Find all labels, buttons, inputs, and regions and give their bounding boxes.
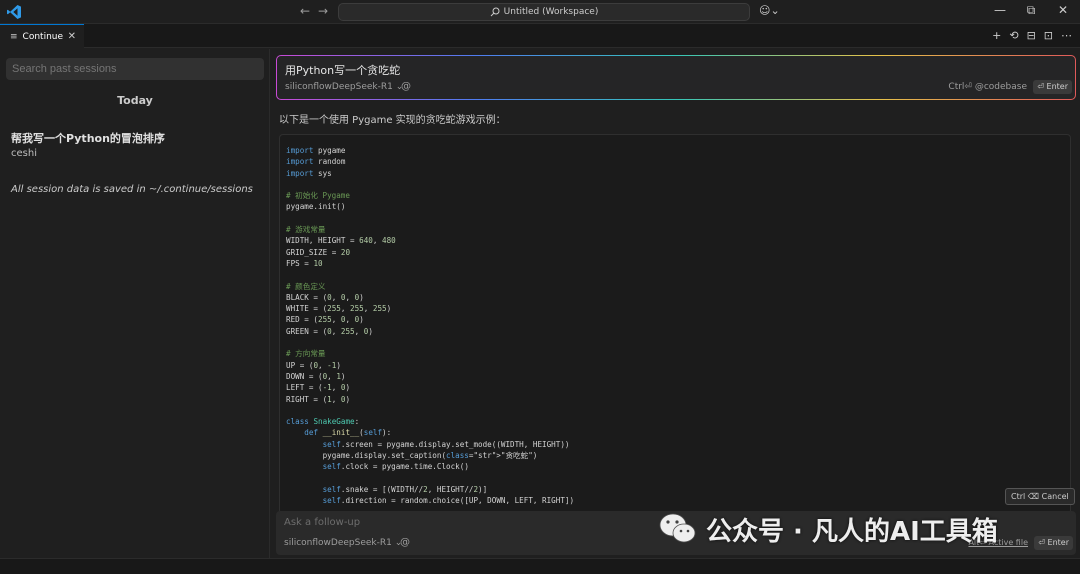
session-subtitle: ceshi (11, 148, 37, 159)
command-center[interactable]: Untitled (Workspace) (338, 3, 750, 21)
chat-area: 用Python写一个贪吃蛇 siliconflowDeepSeek-R1 ⌄ @… (271, 49, 1080, 558)
tab-bar: ≡ Continue ✕ + ⟲ ⊟ ⊡ ⋯ (0, 24, 1080, 48)
lock-icon[interactable]: ⊡ (1044, 29, 1053, 42)
prompt-text[interactable]: 用Python写一个贪吃蛇 (285, 62, 400, 78)
forward-arrow-icon[interactable]: → (318, 4, 328, 18)
code-content: import pygame import random import sys #… (286, 146, 575, 506)
menu-lines-icon: ≡ (10, 31, 18, 42)
watermark: 公众号 · 凡人的AI工具箱 (658, 509, 1058, 549)
group-heading: Today (117, 94, 153, 107)
cancel-button[interactable]: Ctrl ⌫ Cancel (1005, 488, 1075, 505)
followup-model-selector[interactable]: siliconflowDeepSeek-R1 ⌄ (284, 538, 402, 548)
copilot-icon[interactable]: ☺⌄ (759, 4, 780, 17)
prompt-input-box[interactable]: 用Python写一个贪吃蛇 siliconflowDeepSeek-R1 ⌄ @… (276, 55, 1076, 100)
at-mention-button[interactable]: @ (401, 81, 411, 92)
followup-placeholder[interactable]: Ask a follow-up (284, 517, 360, 528)
workspace-title: Untitled (Workspace) (503, 7, 599, 17)
search-icon (490, 7, 500, 17)
sessions-panel: Today 帮我写一个Python的冒泡排序 ceshi All session… (0, 49, 270, 558)
wechat-icon (659, 513, 696, 543)
enter-button[interactable]: ⏎ Enter (1033, 80, 1072, 94)
close-window-button[interactable]: ✕ (1053, 3, 1073, 17)
more-icon[interactable]: ⋯ (1061, 29, 1072, 42)
watermark-text: 公众号 · 凡人的AI工具箱 (706, 516, 998, 547)
session-storage-note: All session data is saved in ~/.continue… (11, 184, 253, 195)
title-bar: ← → Untitled (Workspace) ☺⌄ — ⧉ ✕ (0, 0, 1080, 24)
codebase-hint[interactable]: Ctrl⏎ @codebase (948, 82, 1027, 92)
code-block: import pygame import random import sys #… (279, 134, 1071, 514)
session-title: 帮我写一个Python的冒泡排序 (11, 132, 165, 145)
followup-at-button[interactable]: @ (400, 537, 410, 548)
split-icon[interactable]: ⊟ (1027, 29, 1036, 42)
status-bar (0, 558, 1080, 574)
tab-label: Continue (22, 31, 64, 42)
response-intro: 以下是一个使用 Pygame 实现的贪吃蛇游戏示例： (279, 115, 506, 126)
restore-button[interactable]: ⧉ (1021, 3, 1041, 18)
vscode-logo-icon (7, 5, 21, 19)
history-icon[interactable]: ⟲ (1009, 29, 1018, 42)
back-arrow-icon[interactable]: ← (300, 4, 310, 18)
tab-close-icon[interactable]: ✕ (68, 31, 76, 42)
minimize-button[interactable]: — (990, 3, 1010, 17)
panel-actions: + ⟲ ⊟ ⊡ ⋯ (992, 29, 1072, 42)
new-session-icon[interactable]: + (992, 29, 1001, 42)
tab-continue[interactable]: ≡ Continue ✕ (0, 24, 84, 48)
model-selector[interactable]: siliconflowDeepSeek-R1 ⌄ (285, 82, 403, 92)
search-sessions-input[interactable] (6, 58, 264, 80)
